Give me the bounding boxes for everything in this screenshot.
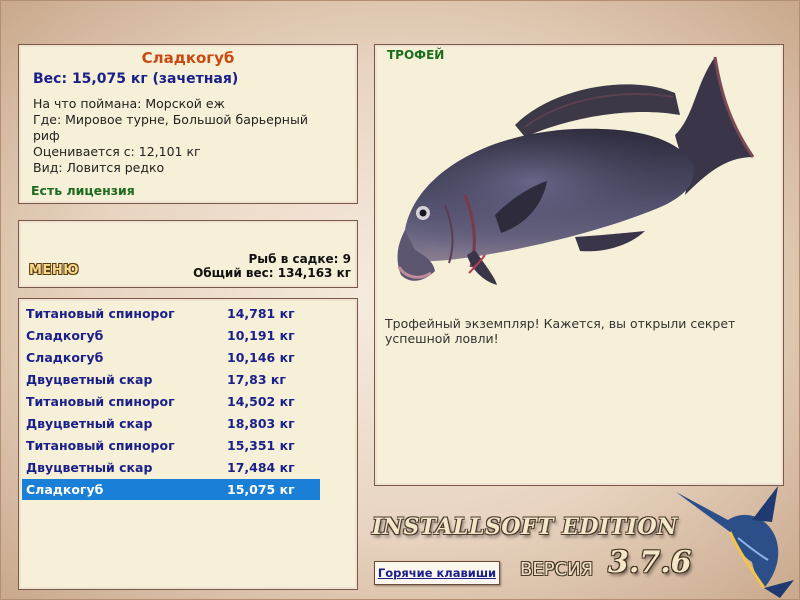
rating-info: Оценивается с: 12,101 кг (33, 144, 201, 159)
catch-weight: 15,351 кг (227, 438, 295, 453)
catch-row[interactable]: Сладкогуб 10,191 кг (22, 325, 320, 346)
catch-row[interactable]: Двуцветный скар 18,803 кг (22, 413, 320, 434)
catch-weight: 14,781 кг (227, 306, 295, 321)
catch-weight: 15,075 кг (227, 482, 295, 497)
species-info: Вид: Ловится редко (33, 160, 165, 175)
location-info: Где: Мировое турне, Большой барьерный ри… (33, 112, 308, 143)
catch-row[interactable]: Титановый спинорог 14,781 кг (22, 303, 320, 324)
catch-row[interactable]: Двуцветный скар 17,484 кг (22, 457, 320, 478)
catch-name: Титановый спинорог (26, 438, 175, 453)
catch-row[interactable]: Сладкогуб 15,075 кг (22, 479, 320, 500)
catch-weight: 17,83 кг (227, 372, 286, 387)
total-weight: Общий вес: 134,163 кг (193, 266, 351, 280)
fish-title: Сладкогуб (141, 49, 235, 67)
catch-row[interactable]: Титановый спинорог 14,502 кг (22, 391, 320, 412)
catch-name: Титановый спинорог (26, 306, 175, 321)
catch-weight: 17,484 кг (227, 460, 295, 475)
license-status: Есть лицензия (31, 183, 135, 198)
marlin-logo (676, 486, 794, 598)
fish-info-panel: Сладкогуб Вес: 15,075 кг (зачетная) На ч… (18, 44, 358, 204)
trophy-description: Трофейный экземпляр! Кажется, вы открыли… (385, 316, 736, 346)
catch-weight: 10,191 кг (227, 328, 295, 343)
bait-info: На что поймана: Морской еж (33, 96, 225, 111)
catch-weight: 18,803 кг (227, 416, 295, 431)
trophy-panel: ТРОФЕЙ Трофейный экземпляр! Кажется, вы … (374, 44, 784, 486)
menu-button[interactable]: МЕНЮ (29, 263, 79, 278)
catch-row[interactable]: Сладкогуб 10,146 кг (22, 347, 320, 368)
hotkeys-button[interactable]: Горячие клавиши (374, 561, 500, 585)
catch-weight: 10,146 кг (227, 350, 295, 365)
menu-panel: МЕНЮ Рыб в садке: 9 Общий вес: 134,163 к… (18, 220, 358, 288)
catch-weight: 14,502 кг (227, 394, 295, 409)
catch-row[interactable]: Титановый спинорог 15,351 кг (22, 435, 320, 456)
catch-name: Двуцветный скар (26, 460, 153, 475)
version-label: ВЕРСИЯ (520, 559, 594, 580)
edition-logo: INSTALLSOFT EDITION (372, 514, 678, 540)
fish-image (397, 56, 755, 285)
catch-name: Двуцветный скар (26, 416, 153, 431)
fish-weight: Вес: 15,075 кг (зачетная) (33, 71, 239, 87)
catch-name: Двуцветный скар (26, 372, 153, 387)
catch-row[interactable]: Двуцветный скар 17,83 кг (22, 369, 320, 390)
catch-name: Титановый спинорог (26, 394, 175, 409)
catch-list: Титановый спинорог 14,781 кг Сладкогуб 10,1… (18, 298, 358, 590)
catch-name: Сладкогуб (26, 350, 104, 365)
catch-name: Сладкогуб (26, 328, 104, 343)
catch-name: Сладкогуб (26, 482, 104, 497)
fish-count: Рыб в садке: 9 (248, 252, 352, 266)
